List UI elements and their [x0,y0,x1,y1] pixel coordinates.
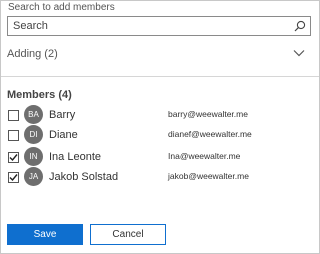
member-checkbox[interactable] [8,152,19,163]
member-name: Diane [49,129,78,141]
list-item[interactable]: DI Diane dianef@weewalter.me [7,125,307,145]
save-button[interactable]: Save [7,224,83,245]
add-members-panel: Search to add members Adding (2) Members… [0,0,320,254]
member-name: Jakob Solstad [49,171,119,183]
adding-label: Adding (2) [7,48,58,60]
member-checkbox[interactable] [8,130,19,141]
member-email: jakob@weewalter.me [168,171,249,181]
list-item[interactable]: JA Jakob Solstad jakob@weewalter.me [7,167,307,187]
member-name: Barry [49,109,76,121]
checkmark-icon [9,174,18,182]
member-email: barry@weewalter.me [168,109,248,119]
search-input[interactable] [8,17,283,35]
divider [1,76,319,77]
list-item[interactable]: BA Barry barry@weewalter.me [7,105,307,125]
avatar: BA [24,105,43,124]
cancel-button[interactable]: Cancel [90,224,166,245]
avatar: DI [24,125,43,144]
members-title: Members (4) [7,89,72,101]
avatar: IN [24,147,43,166]
list-item[interactable]: IN Ina Leonte Ina@weewalter.me [7,147,307,167]
member-email: dianef@weewalter.me [168,129,252,139]
member-email: Ina@weewalter.me [168,151,241,161]
search-label: Search to add members [8,2,115,13]
member-checkbox[interactable] [8,110,19,121]
search-box[interactable] [7,16,311,36]
avatar: JA [24,167,43,186]
adding-section-toggle[interactable]: Adding (2) [7,46,311,64]
checkmark-icon [9,154,18,162]
member-name: Ina Leonte [49,151,101,163]
member-checkbox[interactable] [8,172,19,183]
search-icon[interactable] [294,20,306,32]
chevron-down-icon[interactable] [293,48,305,58]
